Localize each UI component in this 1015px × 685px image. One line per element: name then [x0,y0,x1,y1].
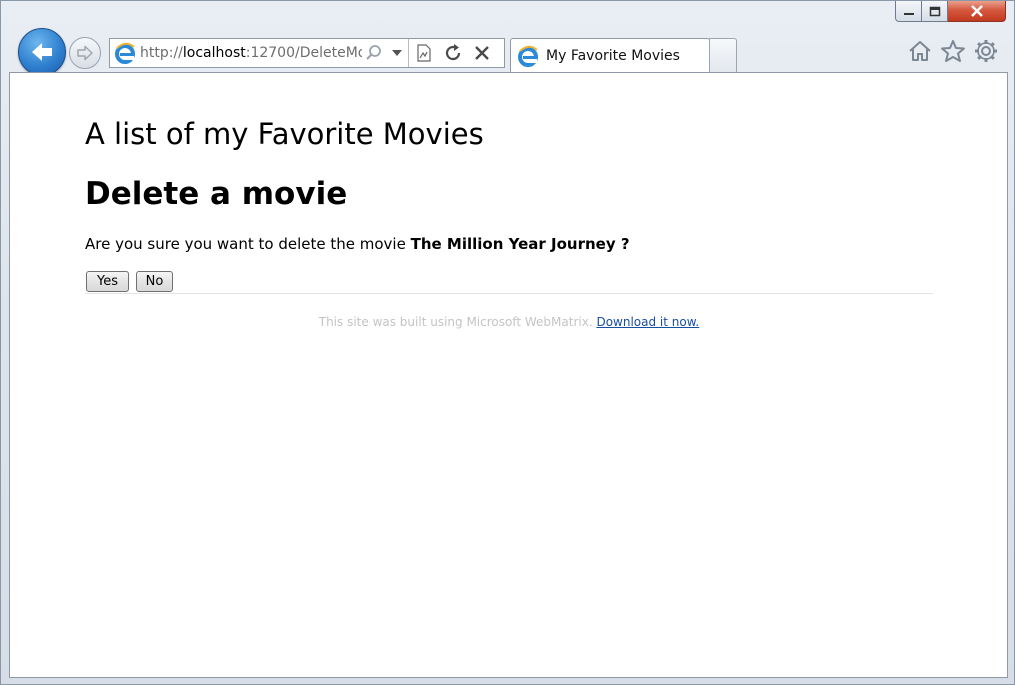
footer-text: This site was built using Microsoft WebM… [318,315,597,329]
refresh-button[interactable] [438,39,467,67]
ie-logo-icon [115,42,135,64]
back-button[interactable] [18,28,66,76]
yes-button[interactable]: Yes [86,271,129,292]
new-tab-button[interactable] [709,38,737,72]
site-title: A list of my Favorite Movies [85,117,484,151]
confirm-message: Are you sure you want to delete the movi… [85,235,630,253]
restore-button[interactable] [922,1,948,22]
minimize-icon [903,13,914,15]
stop-icon [474,46,489,60]
url-prefix: http:// [140,45,183,61]
favorites-button[interactable] [939,37,967,65]
download-link[interactable]: Download it now. [596,315,699,329]
page-content: A list of my Favorite Movies Delete a mo… [9,72,1008,678]
site-icon [110,39,140,67]
footer: This site was built using Microsoft WebM… [85,315,933,329]
restore-icon [929,6,940,16]
tools-button[interactable] [972,37,1000,65]
compatibility-view-button[interactable] [409,39,438,67]
address-dropdown-button[interactable] [386,39,408,67]
ie-logo-icon [518,45,538,67]
stop-button[interactable] [467,39,496,67]
forward-button[interactable] [69,37,101,69]
back-arrow-icon [32,43,52,61]
minimize-button[interactable] [895,1,922,22]
address-search-button[interactable] [362,39,386,67]
browser-window: http://localhost:12700/DeleteMov My Favo… [0,0,1015,685]
refresh-icon [445,44,460,61]
compatibility-view-icon [416,44,431,62]
tab-my-favorite-movies[interactable]: My Favorite Movies [510,38,710,73]
url-host: localhost [182,45,246,61]
home-icon [909,41,931,61]
tab-title: My Favorite Movies [546,48,680,64]
home-button[interactable] [906,37,934,65]
page-heading: Delete a movie [85,176,348,212]
divider [85,293,933,294]
address-bar[interactable]: http://localhost:12700/DeleteMov [109,38,505,68]
command-icons [906,37,1000,65]
address-url[interactable]: http://localhost:12700/DeleteMov [140,39,362,67]
gear-icon [975,40,997,62]
confirm-prefix: Are you sure you want to delete the movi… [85,235,411,253]
close-icon [970,5,983,17]
star-icon [941,40,965,62]
close-window-button[interactable] [948,1,1006,22]
forward-arrow-icon [77,45,93,61]
url-path: :12700/DeleteMov [245,45,362,61]
chevron-down-icon [392,50,402,56]
search-icon [366,45,381,60]
movie-title: The Million Year Journey ? [410,235,630,253]
window-controls [895,1,1006,23]
no-button[interactable]: No [136,271,173,292]
